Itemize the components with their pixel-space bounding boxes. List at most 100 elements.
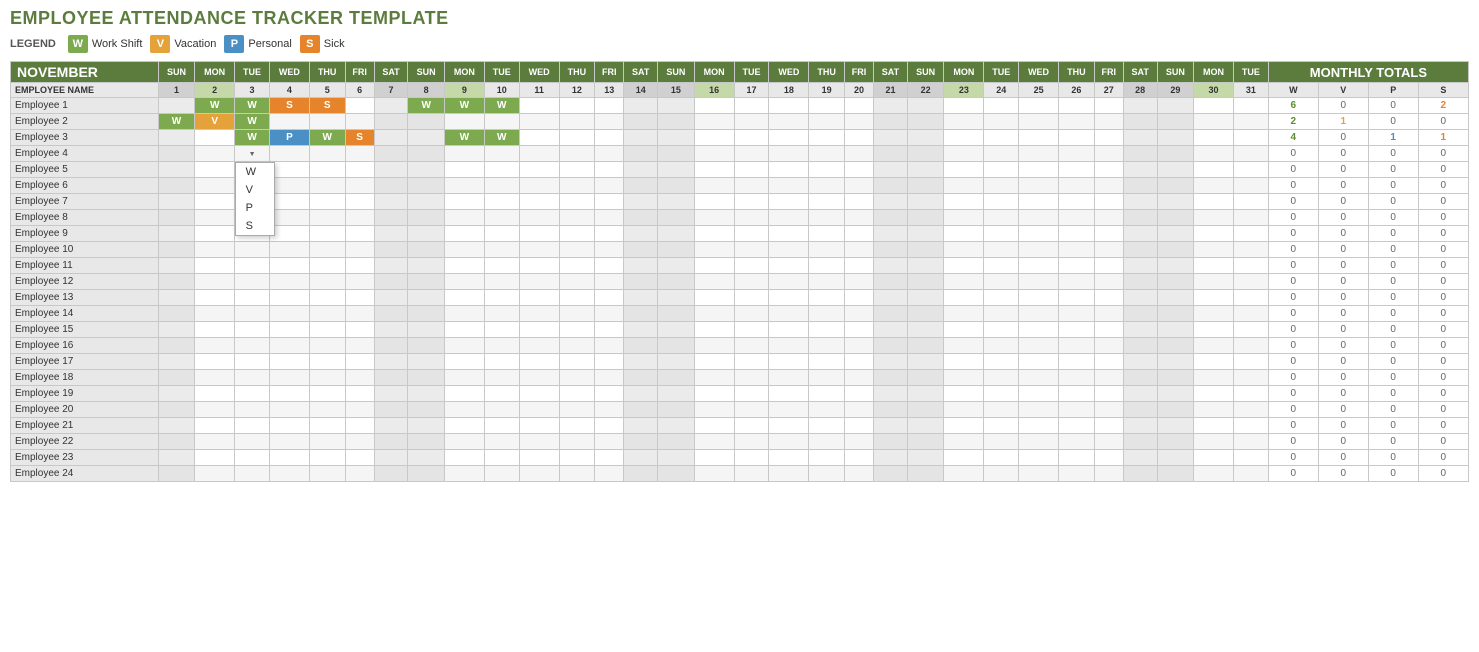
attendance-cell-18-2[interactable] <box>195 370 235 386</box>
attendance-cell-16-25[interactable] <box>1019 338 1059 354</box>
attendance-cell-6-19[interactable] <box>809 178 845 194</box>
dropdown-option-v[interactable]: V <box>236 181 274 199</box>
attendance-cell-20-30[interactable] <box>1194 402 1234 418</box>
attendance-cell-4-24[interactable] <box>984 146 1019 162</box>
attendance-cell-16-14[interactable] <box>624 338 658 354</box>
attendance-cell-5-10[interactable] <box>484 162 519 178</box>
attendance-cell-6-21[interactable] <box>874 178 908 194</box>
attendance-cell-23-22[interactable] <box>907 450 944 466</box>
attendance-cell-13-8[interactable] <box>408 290 445 306</box>
attendance-cell-22-12[interactable] <box>559 434 595 450</box>
attendance-cell-14-27[interactable] <box>1094 306 1123 322</box>
attendance-cell-7-16[interactable] <box>694 194 734 210</box>
attendance-cell-21-24[interactable] <box>984 418 1019 434</box>
attendance-cell-6-30[interactable] <box>1194 178 1234 194</box>
attendance-cell-12-21[interactable] <box>874 274 908 290</box>
attendance-cell-21-12[interactable] <box>559 418 595 434</box>
attendance-cell-20-29[interactable] <box>1157 402 1194 418</box>
attendance-cell-15-7[interactable] <box>374 322 408 338</box>
attendance-cell-15-28[interactable] <box>1123 322 1157 338</box>
attendance-cell-19-26[interactable] <box>1059 386 1095 402</box>
attendance-cell-18-31[interactable] <box>1233 370 1268 386</box>
attendance-cell-11-22[interactable] <box>907 258 944 274</box>
attendance-cell-13-26[interactable] <box>1059 290 1095 306</box>
attendance-cell-18-11[interactable] <box>519 370 559 386</box>
attendance-cell-1-27[interactable] <box>1094 98 1123 114</box>
attendance-cell-7-24[interactable] <box>984 194 1019 210</box>
attendance-cell-15-9[interactable] <box>444 322 484 338</box>
attendance-cell-18-5[interactable] <box>309 370 345 386</box>
attendance-cell-2-26[interactable] <box>1059 114 1095 130</box>
attendance-cell-16-12[interactable] <box>559 338 595 354</box>
attendance-cell-3-19[interactable] <box>809 130 845 146</box>
attendance-cell-2-27[interactable] <box>1094 114 1123 130</box>
attendance-cell-23-4[interactable] <box>269 450 309 466</box>
attendance-cell-3-24[interactable] <box>984 130 1019 146</box>
attendance-cell-7-8[interactable] <box>408 194 445 210</box>
attendance-cell-21-4[interactable] <box>269 418 309 434</box>
attendance-cell-14-2[interactable] <box>195 306 235 322</box>
attendance-cell-8-9[interactable] <box>444 210 484 226</box>
attendance-cell-6-27[interactable] <box>1094 178 1123 194</box>
attendance-cell-21-26[interactable] <box>1059 418 1095 434</box>
attendance-cell-20-28[interactable] <box>1123 402 1157 418</box>
attendance-cell-1-1[interactable] <box>158 98 195 114</box>
attendance-cell-17-19[interactable] <box>809 354 845 370</box>
attendance-cell-1-14[interactable] <box>624 98 658 114</box>
attendance-cell-1-29[interactable] <box>1157 98 1194 114</box>
attendance-cell-13-1[interactable] <box>158 290 195 306</box>
attendance-cell-17-22[interactable] <box>907 354 944 370</box>
attendance-cell-5-6[interactable] <box>345 162 374 178</box>
attendance-cell-19-22[interactable] <box>907 386 944 402</box>
attendance-cell-14-30[interactable] <box>1194 306 1234 322</box>
attendance-cell-12-27[interactable] <box>1094 274 1123 290</box>
attendance-cell-3-6[interactable]: S <box>345 130 374 146</box>
attendance-cell-14-10[interactable] <box>484 306 519 322</box>
attendance-cell-21-16[interactable] <box>694 418 734 434</box>
attendance-cell-22-29[interactable] <box>1157 434 1194 450</box>
attendance-cell-22-26[interactable] <box>1059 434 1095 450</box>
attendance-cell-7-5[interactable] <box>309 194 345 210</box>
attendance-cell-4-2[interactable] <box>195 146 235 162</box>
attendance-cell-5-18[interactable] <box>769 162 809 178</box>
attendance-cell-14-28[interactable] <box>1123 306 1157 322</box>
attendance-cell-9-9[interactable] <box>444 226 484 242</box>
attendance-cell-13-21[interactable] <box>874 290 908 306</box>
attendance-cell-18-16[interactable] <box>694 370 734 386</box>
attendance-cell-5-12[interactable] <box>559 162 595 178</box>
attendance-cell-5-19[interactable] <box>809 162 845 178</box>
attendance-cell-4-4[interactable] <box>269 146 309 162</box>
attendance-cell-11-30[interactable] <box>1194 258 1234 274</box>
attendance-cell-15-26[interactable] <box>1059 322 1095 338</box>
attendance-cell-8-24[interactable] <box>984 210 1019 226</box>
attendance-cell-15-23[interactable] <box>944 322 984 338</box>
attendance-cell-22-1[interactable] <box>158 434 195 450</box>
attendance-cell-17-13[interactable] <box>595 354 624 370</box>
attendance-cell-19-24[interactable] <box>984 386 1019 402</box>
attendance-cell-8-29[interactable] <box>1157 210 1194 226</box>
attendance-cell-9-14[interactable] <box>624 226 658 242</box>
attendance-cell-24-25[interactable] <box>1019 466 1059 482</box>
attendance-cell-21-5[interactable] <box>309 418 345 434</box>
attendance-cell-14-11[interactable] <box>519 306 559 322</box>
attendance-cell-23-12[interactable] <box>559 450 595 466</box>
attendance-cell-10-20[interactable] <box>844 242 873 258</box>
attendance-cell-8-5[interactable] <box>309 210 345 226</box>
attendance-cell-22-15[interactable] <box>658 434 695 450</box>
attendance-cell-21-7[interactable] <box>374 418 408 434</box>
attendance-cell-13-28[interactable] <box>1123 290 1157 306</box>
attendance-cell-18-17[interactable] <box>734 370 769 386</box>
attendance-cell-8-2[interactable] <box>195 210 235 226</box>
attendance-cell-15-18[interactable] <box>769 322 809 338</box>
attendance-cell-6-10[interactable] <box>484 178 519 194</box>
attendance-cell-6-9[interactable] <box>444 178 484 194</box>
attendance-cell-24-18[interactable] <box>769 466 809 482</box>
attendance-cell-18-27[interactable] <box>1094 370 1123 386</box>
dropdown-arrow-icon[interactable]: ▼ <box>249 151 256 158</box>
attendance-cell-17-8[interactable] <box>408 354 445 370</box>
attendance-cell-7-11[interactable] <box>519 194 559 210</box>
attendance-cell-19-15[interactable] <box>658 386 695 402</box>
attendance-cell-24-24[interactable] <box>984 466 1019 482</box>
attendance-cell-1-7[interactable] <box>374 98 408 114</box>
attendance-cell-2-25[interactable] <box>1019 114 1059 130</box>
